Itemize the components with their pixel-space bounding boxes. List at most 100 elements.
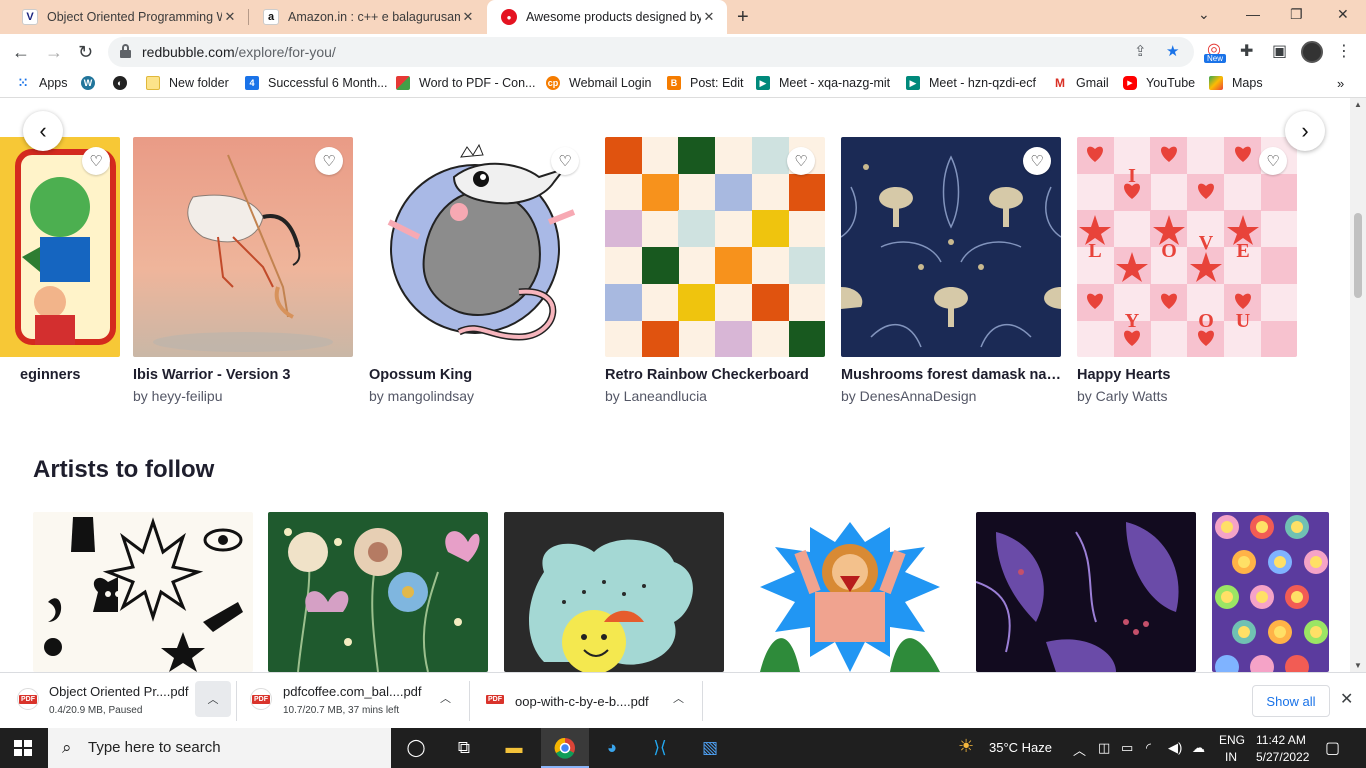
windows-start-icon[interactable] <box>14 740 32 756</box>
battery-icon[interactable]: ▭ <box>1121 740 1133 756</box>
pdf-file-icon: PDF <box>486 694 504 704</box>
meet-now-icon[interactable]: ◫ <box>1098 740 1110 756</box>
extensions-puzzle-icon[interactable]: ✚ <box>1240 41 1253 61</box>
edge-icon[interactable]: ◕ <box>600 736 624 760</box>
product-title[interactable]: Opossum King <box>369 367 589 383</box>
weather-icon[interactable]: ☀ <box>958 736 974 757</box>
chevron-up-icon[interactable]: ︿ <box>440 690 451 706</box>
bookmark-star-icon[interactable]: ★ <box>1166 42 1179 60</box>
restore-icon[interactable]: ❐ <box>1290 6 1303 23</box>
favorite-heart-icon[interactable]: ♡ <box>82 147 110 175</box>
bookmark-globe[interactable]: ◐ <box>113 76 136 90</box>
close-icon[interactable]: ✕ <box>460 9 476 25</box>
show-all-button[interactable]: Show all <box>1252 685 1330 717</box>
artist-card[interactable] <box>268 512 488 672</box>
carousel-next-button[interactable]: › <box>1285 111 1325 151</box>
artist-card[interactable] <box>740 512 960 672</box>
download-item[interactable]: PDF pdfcoffee.com_bal....pdf 10.7/20.7 M… <box>250 673 460 729</box>
weather-text[interactable]: 35°C Haze <box>989 740 1052 755</box>
artist-card[interactable] <box>33 512 253 672</box>
artist-card[interactable] <box>1212 512 1329 672</box>
product-artist[interactable]: by heyy-feilipu <box>133 388 223 404</box>
avatar[interactable] <box>1301 41 1323 63</box>
task-view-icon[interactable]: ⧉ <box>452 736 476 760</box>
photos-icon[interactable]: ▧ <box>698 736 722 760</box>
artist-card[interactable] <box>976 512 1196 672</box>
product-title[interactable]: Retro Rainbow Checkerboard <box>605 367 825 383</box>
vscode-icon[interactable]: ⟩⟨ <box>648 736 672 760</box>
close-window-icon[interactable]: ✕ <box>1337 6 1349 23</box>
bookmark-meet-1[interactable]: ▶ Meet - xqa-nazg-mit <box>756 76 890 90</box>
new-tab-icon[interactable]: + <box>737 6 749 29</box>
cortana-icon[interactable]: ◯ <box>404 736 428 760</box>
product-artist[interactable]: by Laneandlucia <box>605 388 707 404</box>
scroll-down-icon[interactable]: ▼ <box>1354 661 1362 670</box>
menu-icon[interactable]: ⋮ <box>1336 41 1352 61</box>
scroll-up-icon[interactable]: ▲ <box>1354 100 1362 109</box>
chevron-up-icon[interactable]: ︿ <box>195 681 231 717</box>
redbubble-favicon-icon: ● <box>501 9 517 25</box>
language-in[interactable]: IN <box>1225 750 1237 764</box>
forward-icon[interactable]: → <box>45 42 63 63</box>
bookmark-gmail[interactable]: M Gmail <box>1053 76 1109 90</box>
vertical-scrollbar[interactable]: ▲ ▼ <box>1350 98 1366 672</box>
tab-amazon[interactable]: a Amazon.in : c++ e balagurusamy ✕ <box>249 0 486 34</box>
file-explorer-icon[interactable]: ▬ <box>502 736 526 760</box>
bookmark-apps[interactable]: ⁙ Apps <box>16 76 68 90</box>
favorite-heart-icon[interactable]: ♡ <box>551 147 579 175</box>
favorite-heart-icon[interactable]: ♡ <box>787 147 815 175</box>
product-artist[interactable]: by Carly Watts <box>1077 388 1168 404</box>
bookmark-word-to-pdf[interactable]: Word to PDF - Con... <box>396 76 535 90</box>
product-title[interactable]: eginners <box>20 367 120 383</box>
tab-redbubble[interactable]: ● Awesome products designed by ✕ <box>487 0 727 34</box>
bookmark-meet-2[interactable]: ▶ Meet - hzn-qzdi-ecf <box>906 76 1036 90</box>
chevron-up-icon[interactable]: ︿ <box>1073 740 1086 759</box>
onedrive-icon[interactable]: ☁ <box>1192 740 1205 756</box>
chevron-up-icon[interactable]: ︿ <box>673 690 684 706</box>
bookmark-new-folder[interactable]: New folder <box>146 76 229 90</box>
download-item[interactable]: PDF Object Oriented Pr....pdf 0.4/20.9 M… <box>17 673 232 729</box>
close-icon[interactable]: ✕ <box>701 9 717 25</box>
url-text[interactable]: redbubble.com/explore/for-you/ <box>142 44 336 60</box>
bookmark-webmail[interactable]: cp Webmail Login <box>546 76 651 90</box>
product-title[interactable]: Mushrooms forest damask nav... <box>841 367 1061 383</box>
chrome-icon[interactable] <box>553 736 577 760</box>
notifications-icon[interactable]: ▢ <box>1325 738 1340 758</box>
bookmark-successful[interactable]: 4 Successful 6 Month... <box>245 76 388 90</box>
favorite-heart-icon[interactable]: ♡ <box>1023 147 1051 175</box>
clock-date[interactable]: 5/27/2022 <box>1256 750 1309 764</box>
language-eng[interactable]: ENG <box>1219 733 1245 747</box>
close-icon[interactable]: ✕ <box>222 9 238 25</box>
favorite-heart-icon[interactable]: ♡ <box>1259 147 1287 175</box>
product-artist[interactable]: by mangolindsay <box>369 388 474 404</box>
carousel-prev-button[interactable]: ‹ <box>23 111 63 151</box>
scrollbar-thumb[interactable] <box>1354 213 1362 298</box>
bookmark-youtube[interactable]: ▶ YouTube <box>1123 76 1195 90</box>
reload-icon[interactable]: ↻ <box>78 42 93 63</box>
product-title[interactable]: Happy Hearts <box>1077 367 1297 383</box>
side-panel-icon[interactable]: ▣ <box>1272 41 1287 61</box>
address-bar[interactable]: redbubble.com/explore/for-you/ ⇪ ★ <box>108 37 1194 67</box>
bookmark-post-edit[interactable]: B Post: Edit <box>667 76 744 90</box>
minimize-icon[interactable]: — <box>1246 6 1260 22</box>
bookmark-label: Successful 6 Month... <box>268 76 388 90</box>
tab-search-icon[interactable]: ⌄ <box>1198 6 1210 23</box>
artist-card[interactable] <box>504 512 724 672</box>
wifi-icon[interactable]: ◜ <box>1146 740 1151 756</box>
tab-object-oriented[interactable]: V Object Oriented Programming W ✕ <box>8 0 248 34</box>
share-icon[interactable]: ⇪ <box>1134 42 1147 60</box>
product-artist[interactable]: by DenesAnnaDesign <box>841 388 976 404</box>
download-item[interactable]: PDF oop-with-c-by-e-b....pdf ︿ <box>484 673 694 729</box>
bookmark-label: Post: Edit <box>690 76 744 90</box>
back-icon[interactable]: ← <box>12 42 30 63</box>
clock-time[interactable]: 11:42 AM <box>1256 733 1306 747</box>
bookmark-maps[interactable]: Maps <box>1209 76 1263 90</box>
lock-icon[interactable] <box>120 44 131 58</box>
close-icon[interactable]: ✕ <box>1340 689 1353 709</box>
favorite-heart-icon[interactable]: ♡ <box>315 147 343 175</box>
volume-icon[interactable]: ◀) <box>1168 740 1182 756</box>
taskbar-search[interactable]: ⌕ Type here to search <box>48 728 391 768</box>
bookmarks-overflow-icon[interactable]: » <box>1337 76 1344 91</box>
bookmark-wordpress[interactable]: W <box>81 76 104 90</box>
product-title[interactable]: Ibis Warrior - Version 3 <box>133 367 353 383</box>
